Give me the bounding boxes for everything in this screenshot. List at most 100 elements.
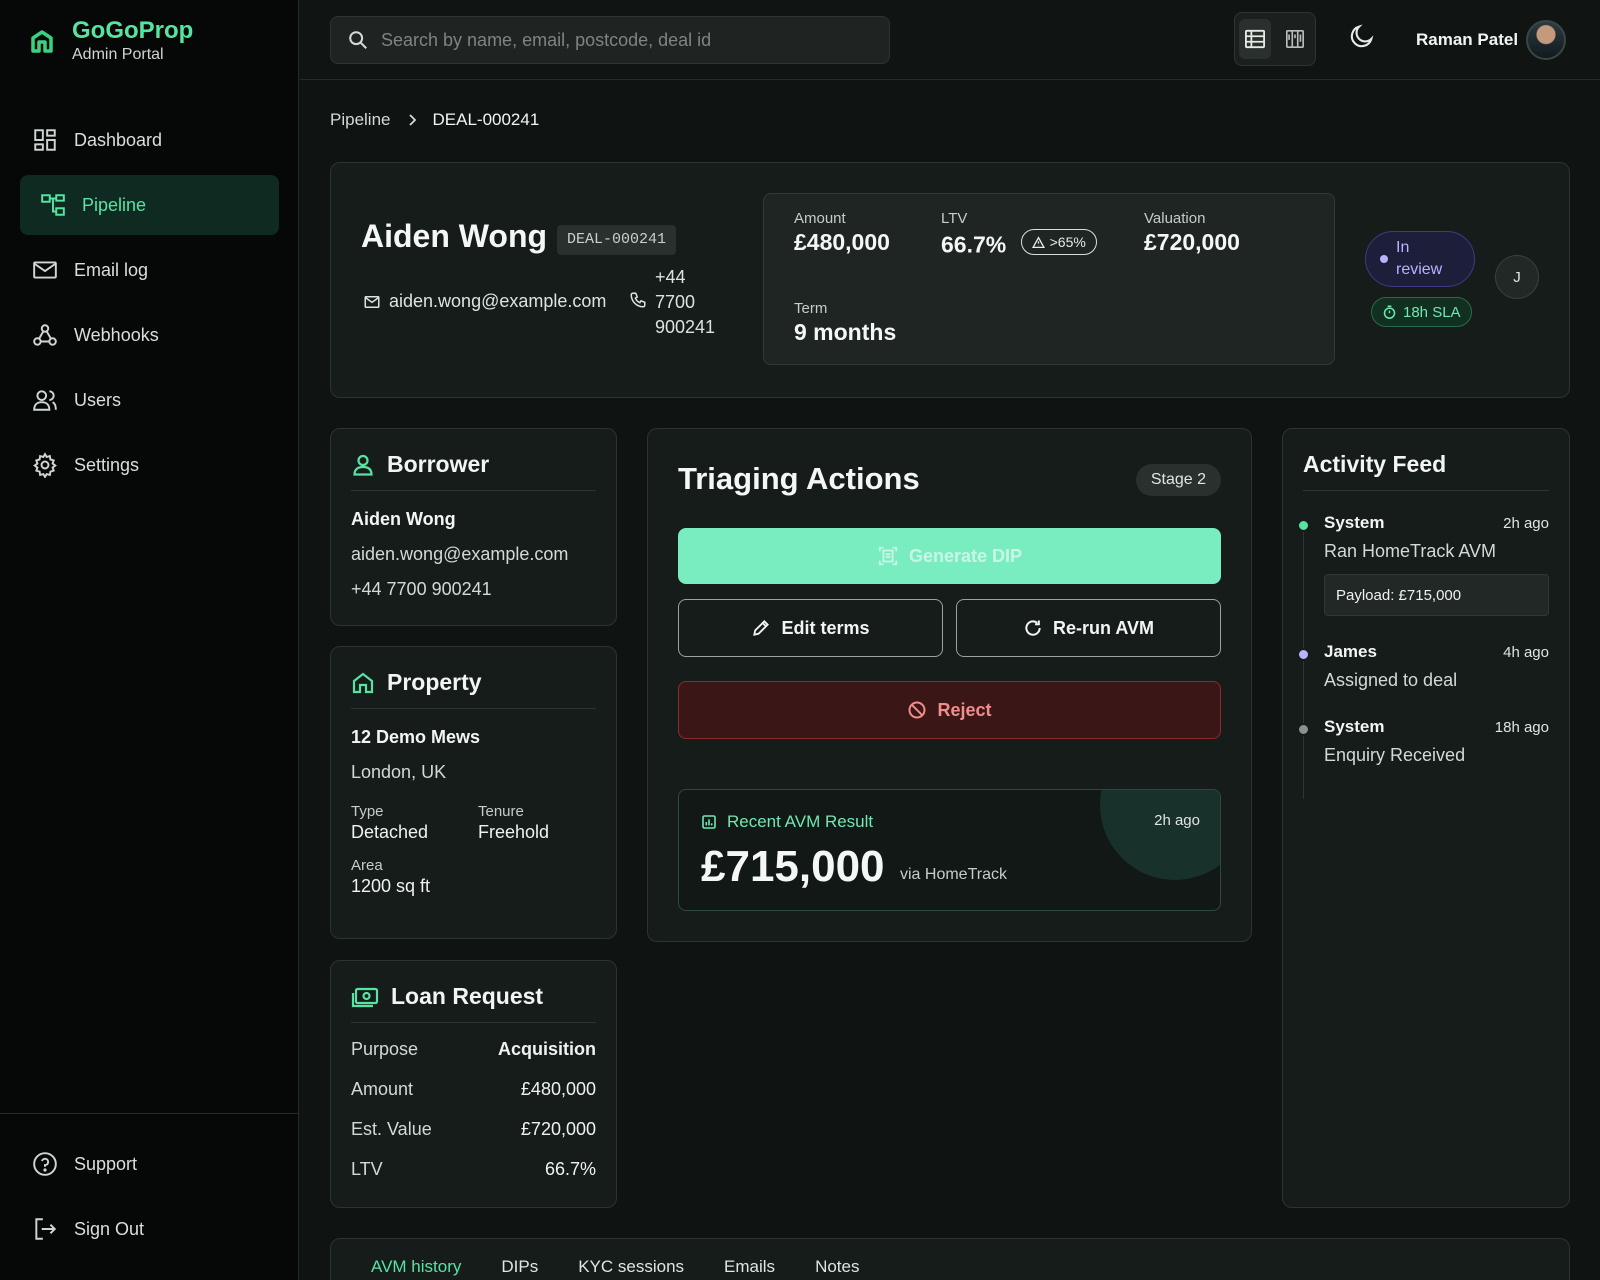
loan-request-card: Loan Request Purpose Acquisition Amount … (330, 960, 617, 1208)
theme-toggle-button[interactable] (1348, 22, 1376, 50)
stat-ltv: LTV 66.7% >65% (941, 210, 1097, 259)
tab-avm-history[interactable]: AVM history (371, 1257, 461, 1277)
avm-source: via HomeTrack (900, 866, 1007, 883)
help-icon (32, 1151, 58, 1177)
pipeline-icon (40, 192, 66, 218)
board-view-icon (1285, 29, 1305, 49)
tab-emails[interactable]: Emails (724, 1257, 775, 1277)
topbar: Raman Patel (300, 0, 1600, 80)
activity-feed-card: Activity Feed System 2h ago Ran HomeTrac… (1282, 428, 1570, 1208)
details-tabs-card: AVM history DIPs KYC sessions Emails Not… (330, 1238, 1570, 1280)
tab-dips[interactable]: DIPs (501, 1257, 538, 1277)
stat-valuation: Valuation £720,000 (1144, 210, 1240, 256)
timer-icon (1382, 305, 1397, 320)
activity-dot (1297, 723, 1310, 736)
deal-email-text: aiden.wong@example.com (389, 291, 607, 311)
sidebar-item-users[interactable]: Users (20, 370, 279, 430)
button-label: Reject (937, 699, 992, 720)
property-area: Area 1200 sq ft (351, 857, 596, 897)
kv-value: 1200 sq ft (351, 876, 431, 896)
section-title: Loan Request (391, 983, 544, 1009)
property-address: 12 Demo Mews (351, 727, 481, 747)
logo-icon (30, 30, 54, 54)
search-icon (347, 29, 369, 51)
sidebar-item-dashboard[interactable]: Dashboard (20, 110, 279, 170)
activity-message: Assigned to deal (1324, 670, 1458, 690)
sidebar-item-pipeline[interactable]: Pipeline (20, 175, 279, 235)
deal-stats-panel: Amount £480,000 LTV 66.7% >65% Valuation… (763, 193, 1335, 365)
activity-item: System 18h ago Enquiry Received (1297, 717, 1549, 766)
status-dot (1380, 255, 1388, 263)
brand[interactable]: GoGoProp Admin Portal (30, 18, 193, 64)
search-box[interactable] (330, 16, 890, 64)
sidebar-item-label: Sign Out (74, 1218, 145, 1239)
borrower-phone[interactable]: +44 7700 900241 (351, 579, 596, 600)
chart-icon (701, 814, 717, 830)
activity-time: 18h ago (1494, 718, 1549, 736)
activity-dot (1297, 519, 1310, 532)
sidebar-item-support[interactable]: Support (20, 1134, 279, 1194)
deal-email[interactable]: aiden.wong@example.com (363, 291, 606, 312)
moon-icon (1348, 22, 1376, 50)
sidebar-nav: Dashboard Pipeline Email log Webhooks Us… (20, 110, 279, 500)
activity-dot (1297, 648, 1310, 661)
list-view-button[interactable] (1239, 19, 1271, 59)
status-badge[interactable]: In review (1365, 231, 1475, 287)
activity-payload: Payload: £715,000 (1324, 574, 1549, 616)
rerun-avm-button[interactable]: Re-run AVM (956, 599, 1221, 657)
deal-phone-text: +44 7700 900241 (655, 267, 716, 337)
button-label: Re-run AVM (1053, 617, 1154, 638)
search-input[interactable] (381, 29, 861, 51)
sidebar-item-webhooks[interactable]: Webhooks (20, 305, 279, 365)
status-text: In review (1396, 239, 1443, 278)
stat-label: Valuation (1144, 210, 1206, 227)
sidebar-item-label: Webhooks (74, 324, 159, 345)
sidebar-item-label: Email log (74, 259, 149, 280)
property-city: London, UK (351, 762, 447, 782)
section-title: Borrower (387, 451, 490, 477)
loan-rows: Purpose Acquisition Amount £480,000 Est.… (351, 1029, 596, 1189)
activity-actor: James (1324, 642, 1377, 661)
loan-row-value: £720,000 (520, 1118, 596, 1139)
document-scan-icon (877, 545, 899, 567)
avatar[interactable] (1526, 20, 1566, 60)
generate-dip-button[interactable]: Generate DIP (678, 528, 1221, 584)
sidebar-item-settings[interactable]: Settings (20, 435, 279, 495)
mail-icon (32, 257, 58, 283)
assignee-avatar[interactable]: J (1495, 255, 1539, 299)
activity-timeline: System 2h ago Ran HomeTrack AVM Payload:… (1297, 513, 1549, 799)
tab-notes[interactable]: Notes (815, 1257, 859, 1277)
sidebar-item-label: Settings (74, 454, 140, 475)
tab-kyc-sessions[interactable]: KYC sessions (578, 1257, 684, 1277)
warning-icon (1031, 235, 1045, 249)
breadcrumb-pipeline-link[interactable]: Pipeline (330, 110, 391, 130)
deal-phone[interactable]: +44 7700 900241 (629, 265, 725, 340)
chevron-right-icon (405, 113, 419, 127)
stage-badge: Stage 2 (1135, 464, 1221, 496)
stat-value: 66.7% >65% (941, 229, 1097, 259)
property-tenure: Tenure Freehold (478, 803, 549, 843)
edit-terms-button[interactable]: Edit terms (678, 599, 943, 657)
kv-label: Type (351, 803, 384, 820)
brand-subtitle: Admin Portal (72, 46, 164, 63)
triage-card: Triaging Actions Stage 2 Generate DIP Ed… (647, 428, 1252, 942)
loan-title: Loan Request (351, 983, 596, 1023)
avm-result-label: Recent AVM Result (701, 812, 873, 832)
loan-row-label: Purpose (351, 1038, 419, 1059)
reject-button[interactable]: Reject (678, 681, 1221, 739)
activity-item: James 4h ago Assigned to deal (1297, 642, 1549, 691)
board-view-button[interactable] (1279, 19, 1311, 59)
section-title: Property (387, 669, 482, 695)
dashboard-icon (32, 127, 58, 153)
button-label: Edit terms (781, 617, 870, 638)
sidebar-item-email-log[interactable]: Email log (20, 240, 279, 300)
ban-icon (907, 700, 927, 720)
user-name[interactable]: Raman Patel (1416, 30, 1518, 50)
borrower-email[interactable]: aiden.wong@example.com (351, 544, 596, 565)
loan-row-amount: Amount £480,000 (351, 1069, 596, 1109)
sidebar-item-label: Dashboard (74, 129, 163, 150)
deal-id-badge: DEAL-000241 (557, 225, 677, 255)
sidebar-item-sign-out[interactable]: Sign Out (20, 1199, 279, 1259)
stat-label: Amount (794, 210, 846, 227)
borrower-title: Borrower (351, 451, 596, 491)
